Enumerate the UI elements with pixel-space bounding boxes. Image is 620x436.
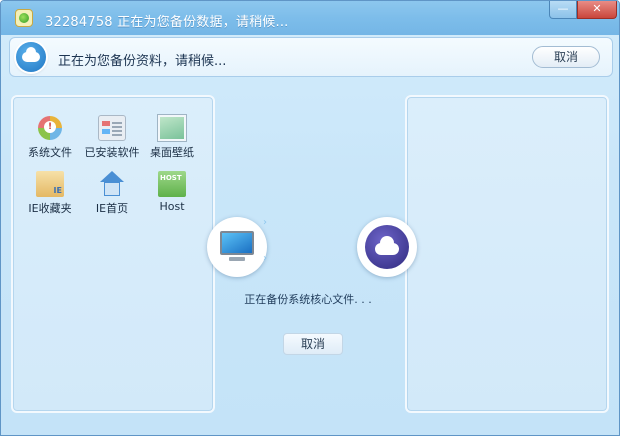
transfer-arrow-icon: ›: [263, 253, 267, 264]
item-label: IE首页: [95, 202, 129, 215]
system-files-icon: [36, 115, 64, 141]
item-installed-software[interactable]: 已安装软件: [82, 115, 142, 160]
computer-icon: [207, 217, 267, 277]
cloud-upload-icon: [357, 217, 417, 277]
backup-window: 32284758 正在为您备份数据，请稍候... — ✕ 正在为您备份资料，请稍…: [0, 0, 620, 436]
wallpaper-icon: [158, 115, 186, 141]
window-title: 32284758 正在为您备份数据，请稍候...: [45, 15, 289, 30]
minimize-button[interactable]: —: [549, 1, 577, 19]
progress-text: 正在备份系统核心文件. . .: [244, 293, 372, 306]
title-bar[interactable]: 32284758 正在为您备份数据，请稍候... — ✕: [1, 1, 619, 35]
item-label: 已安装软件: [84, 146, 140, 159]
destination-panel: [405, 95, 609, 413]
status-bar: 正在为您备份资料，请稍候... 取消: [9, 37, 613, 77]
installed-software-icon: [98, 115, 126, 141]
item-system-files[interactable]: 系统文件: [20, 115, 80, 160]
item-label: Host: [159, 200, 185, 213]
item-host[interactable]: Host: [142, 171, 202, 213]
close-button[interactable]: ✕: [577, 1, 617, 19]
host-file-icon: [158, 171, 186, 197]
item-label: 系统文件: [28, 146, 72, 159]
item-wallpaper[interactable]: 桌面壁纸: [142, 115, 202, 160]
ie-favorites-icon: [36, 171, 64, 197]
app-logo-icon: [15, 9, 33, 27]
item-label: 桌面壁纸: [150, 146, 194, 159]
transfer-arrow-icon: ›: [263, 217, 267, 228]
cancel-button[interactable]: 取消: [283, 333, 343, 355]
item-label: IE收藏夹: [28, 202, 72, 215]
cancel-button-top[interactable]: 取消: [532, 46, 600, 68]
item-ie-homepage[interactable]: IE首页: [82, 171, 142, 216]
status-message: 正在为您备份资料，请稍候...: [58, 54, 227, 69]
source-panel: 系统文件 已安装软件 桌面壁纸 IE收藏夹 IE首页 Host: [11, 95, 215, 413]
cloud-backup-icon: [16, 42, 46, 72]
ie-homepage-icon: [98, 171, 126, 197]
item-ie-favorites[interactable]: IE收藏夹: [20, 171, 80, 216]
